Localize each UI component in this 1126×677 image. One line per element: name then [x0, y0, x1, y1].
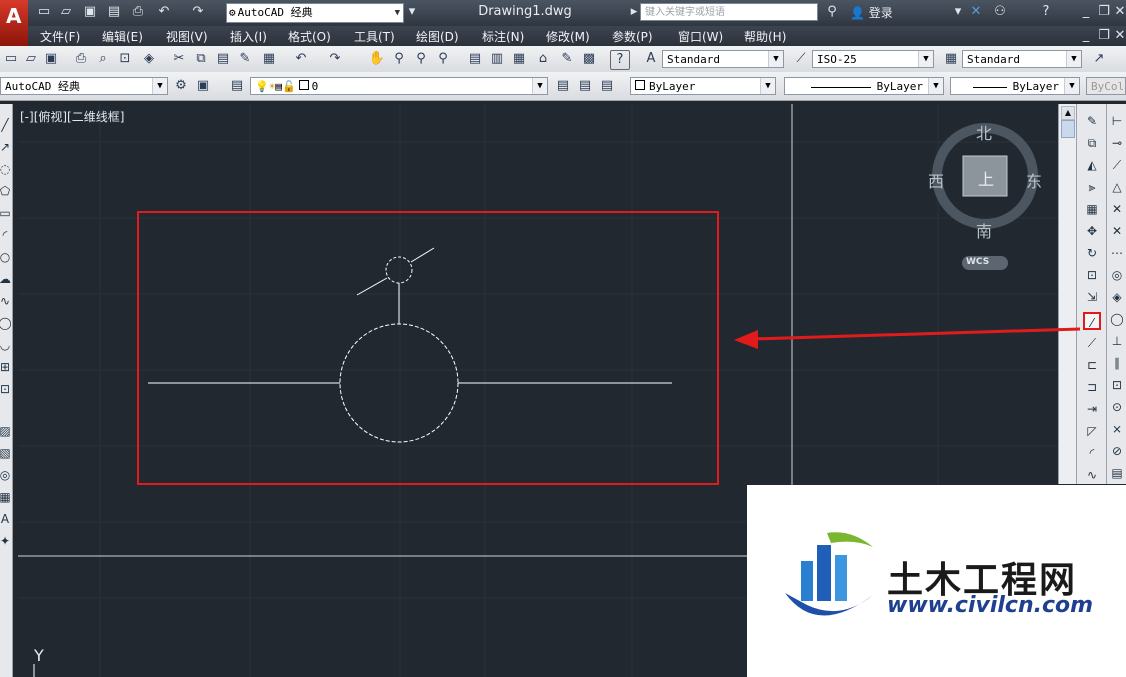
watermark: 土木工程网 www.civilcn.com — [747, 485, 1126, 677]
annotation-arrow-line — [751, 327, 1081, 341]
watermark-logo — [785, 532, 873, 616]
annotation-arrow-head — [734, 330, 758, 349]
watermark-url: www.civilcn.com — [887, 593, 1094, 618]
